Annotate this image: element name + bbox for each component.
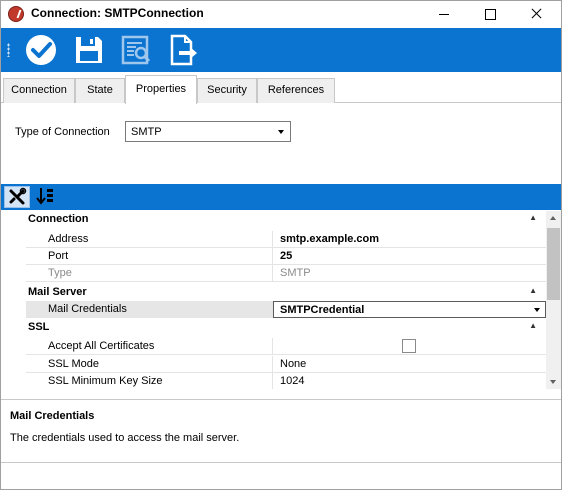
view-details-icon xyxy=(121,35,151,65)
category-row-ssl[interactable]: SSL ▲ xyxy=(1,319,546,336)
property-row-type[interactable]: Type SMTP xyxy=(1,265,546,282)
property-name: SSL Mode xyxy=(26,356,273,373)
scroll-up-icon[interactable] xyxy=(546,211,561,226)
title-bar: Connection: SMTPConnection xyxy=(1,1,561,27)
address-value[interactable]: smtp.example.com xyxy=(273,231,546,248)
tab-connection[interactable]: Connection xyxy=(3,78,75,103)
accept-all-certificates-checkbox[interactable] xyxy=(402,339,416,353)
connection-type-value: SMTP xyxy=(131,126,162,138)
export-document-icon xyxy=(170,34,197,66)
tab-state[interactable]: State xyxy=(75,78,125,103)
category-name: SSL xyxy=(28,321,50,333)
property-grid-scrollbar[interactable] xyxy=(546,211,561,389)
category-name: Connection xyxy=(28,213,89,225)
connection-window: Connection: SMTPConnection Connection St… xyxy=(0,0,562,490)
category-name: Mail Server xyxy=(28,286,87,298)
property-row-mail-credentials[interactable]: Mail Credentials SMTPCredential xyxy=(1,301,546,318)
main-toolbar xyxy=(1,28,561,72)
collapse-chevron-icon[interactable]: ▲ xyxy=(529,286,537,295)
sort-alphabetical-icon xyxy=(36,188,53,205)
tab-properties[interactable]: Properties xyxy=(125,75,197,104)
category-row-connection[interactable]: Connection ▲ xyxy=(1,211,546,228)
alphabetical-sort-button[interactable] xyxy=(34,186,60,208)
property-name: Mail Credentials xyxy=(26,301,273,318)
scroll-down-icon[interactable] xyxy=(546,374,561,389)
property-name: Port xyxy=(26,248,273,265)
chevron-down-icon xyxy=(278,130,284,134)
help-description: The credentials used to access the mail … xyxy=(10,432,240,444)
type-value: SMTP xyxy=(273,265,546,282)
export-button[interactable] xyxy=(166,32,202,68)
port-value[interactable]: 25 xyxy=(273,248,546,265)
app-logo-icon xyxy=(8,6,24,22)
toolbar-grip-icon[interactable] xyxy=(7,43,10,57)
mail-credentials-value: SMTPCredential xyxy=(280,304,365,316)
ssl-mode-value[interactable]: None xyxy=(273,356,546,373)
scroll-thumb[interactable] xyxy=(547,228,560,300)
ok-button[interactable] xyxy=(23,32,59,68)
connection-type-label: Type of Connection xyxy=(15,126,110,138)
save-disk-icon xyxy=(76,37,102,63)
tab-strip: Connection State Properties Security Ref… xyxy=(1,72,561,104)
window-title: Connection: SMTPConnection xyxy=(31,6,204,20)
property-name: Address xyxy=(26,231,273,248)
help-title: Mail Credentials xyxy=(10,410,95,422)
minimize-button[interactable] xyxy=(421,1,467,27)
help-panel: Mail Credentials The credentials used to… xyxy=(1,399,561,463)
save-button[interactable] xyxy=(71,32,107,68)
property-row-ssl-mode[interactable]: SSL Mode None xyxy=(1,356,546,373)
property-row-ssl-min-key-size[interactable]: SSL Minimum Key Size 1024 xyxy=(1,373,546,389)
maximize-button[interactable] xyxy=(467,1,513,27)
property-row-accept-all-certificates[interactable]: Accept All Certificates xyxy=(1,338,546,355)
ssl-min-key-size-value[interactable]: 1024 xyxy=(273,373,546,389)
categorized-view-button[interactable] xyxy=(4,186,30,208)
close-button[interactable] xyxy=(513,1,559,27)
tools-icon xyxy=(9,187,27,205)
collapse-chevron-icon[interactable]: ▲ xyxy=(529,213,537,222)
property-row-address[interactable]: Address smtp.example.com xyxy=(1,231,546,248)
property-name: Type xyxy=(26,265,273,282)
collapse-chevron-icon[interactable]: ▲ xyxy=(529,321,537,330)
status-bar xyxy=(1,463,561,489)
accept-all-certificates-value[interactable] xyxy=(273,338,546,355)
mail-credentials-combo[interactable]: SMTPCredential xyxy=(273,301,546,318)
view-details-button[interactable] xyxy=(118,32,154,68)
checkmark-circle-icon xyxy=(26,35,56,65)
tab-references[interactable]: References xyxy=(257,78,335,103)
property-grid-toolbar xyxy=(1,184,561,210)
property-name: Accept All Certificates xyxy=(26,338,273,355)
chevron-down-icon[interactable] xyxy=(534,308,540,312)
property-grid: Connection ▲ Address smtp.example.com Po… xyxy=(1,211,546,389)
connection-type-select[interactable]: SMTP xyxy=(125,121,291,142)
property-name: SSL Minimum Key Size xyxy=(26,373,273,389)
property-row-port[interactable]: Port 25 xyxy=(1,248,546,265)
tab-security[interactable]: Security xyxy=(197,78,257,103)
category-row-mail-server[interactable]: Mail Server ▲ xyxy=(1,284,546,301)
